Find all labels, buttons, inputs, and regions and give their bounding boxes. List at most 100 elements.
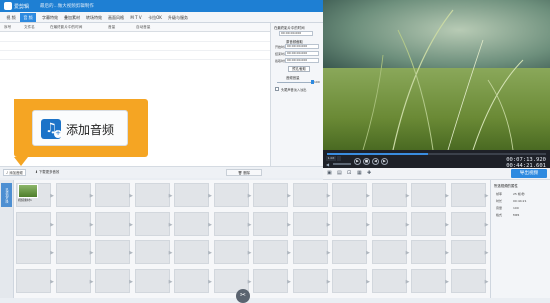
- timeline-slot[interactable]: ▶: [134, 183, 173, 207]
- prev-frame-button[interactable]: ◀: [372, 158, 379, 165]
- timeline-slot[interactable]: ▶: [253, 268, 291, 293]
- tab-upgrade[interactable]: 升级与服务: [166, 13, 190, 22]
- share-icon[interactable]: ✚: [367, 170, 371, 176]
- delete-button[interactable]: 🗑 删除: [226, 169, 262, 176]
- timeline-slot[interactable]: ▶: [253, 183, 291, 207]
- timeline-slot[interactable]: ▶: [450, 240, 489, 264]
- timeline-slot[interactable]: ▶: [332, 211, 370, 236]
- added-clips-tab[interactable]: 已添加片段: [1, 183, 12, 207]
- transition-arrow-icon: ▶: [50, 250, 54, 256]
- timeline-slot[interactable]: ▶: [371, 268, 410, 293]
- timeline-slot[interactable]: ▶: [95, 240, 133, 264]
- timeline-slot[interactable]: ▶: [411, 240, 449, 264]
- transition-arrow-icon: ▶: [89, 221, 94, 228]
- timeline-slot[interactable]: ▶: [174, 183, 212, 207]
- timeline-slot[interactable]: ▶: [16, 268, 54, 293]
- start-time-field[interactable]: 00:00:00.000: [285, 44, 319, 49]
- timeline-slot[interactable]: ▶: [134, 211, 173, 236]
- clip-thumbnail[interactable]: [18, 184, 38, 198]
- tab-audio[interactable]: 音 频: [20, 13, 36, 22]
- timeline-slot[interactable]: ▶: [213, 211, 252, 236]
- speed-chevron-icon[interactable]: [337, 156, 341, 161]
- prop-key: 帧率: [496, 192, 503, 196]
- timeline-slot[interactable]: ▶: [371, 240, 410, 264]
- preview-clip-button[interactable]: 预览/截取: [288, 66, 310, 72]
- transition-arrow-icon: ▶: [326, 278, 331, 285]
- timeline-slot[interactable]: ▶: [411, 211, 449, 236]
- download-audio-button[interactable]: ⬇ 下载更多音效: [33, 169, 61, 176]
- time-field[interactable]: 00:00:00.000: [279, 31, 313, 36]
- timeline-slot[interactable]: ▶: [253, 240, 291, 264]
- timeline-slot[interactable]: ▶: [450, 183, 489, 207]
- timeline-slot[interactable]: ▶: [371, 183, 410, 207]
- timeline-slot[interactable]: ▶: [450, 211, 489, 236]
- timeline-slot[interactable]: ▶: [174, 240, 212, 264]
- transition-arrow-icon: ▶: [405, 278, 410, 285]
- duration-field[interactable]: 00:00:00.000: [285, 58, 319, 63]
- screenshot-icon[interactable]: ▣: [327, 170, 332, 176]
- tab-karaoke[interactable]: 卡拉OK: [146, 13, 164, 22]
- callout-button[interactable]: ♫ + 添加音频: [32, 110, 128, 146]
- timeline-slot[interactable]: ▶: [134, 268, 173, 293]
- stop-button[interactable]: ■: [363, 158, 370, 165]
- timeline-slot[interactable]: ▶: [134, 240, 173, 264]
- transition-arrow-icon: ▶: [326, 193, 331, 199]
- play-button[interactable]: ▶: [354, 158, 361, 165]
- tab-transition[interactable]: 转场特效: [84, 13, 104, 22]
- timeline-slot[interactable]: ▶: [95, 183, 133, 207]
- timeline-slot[interactable]: ▶: [16, 211, 54, 236]
- player-volume-slider[interactable]: [333, 163, 351, 165]
- volume-icon[interactable]: ◀: [326, 162, 329, 167]
- add-audio-button[interactable]: ♪ 添加音频: [3, 169, 26, 176]
- timeline-slot[interactable]: ▶: [95, 211, 133, 236]
- transition-arrow-icon: ▶: [326, 221, 331, 228]
- fade-checkbox-label: 头尾声音淡入淡出: [281, 88, 307, 92]
- tab-overlay[interactable]: 叠加素材: [62, 13, 82, 22]
- timeline-slot[interactable]: ▶: [292, 183, 331, 207]
- timeline-slot[interactable]: ▶: [292, 268, 331, 293]
- timeline-slot[interactable]: ▶: [332, 240, 370, 264]
- export-video-button[interactable]: 导出视频: [511, 169, 547, 178]
- fade-checkbox[interactable]: [275, 87, 279, 91]
- timeline-slot[interactable]: ▶: [450, 268, 489, 293]
- timeline-slot[interactable]: ▶: [55, 268, 94, 293]
- timeline-slot[interactable]: ▶: [213, 183, 252, 207]
- transition-arrow-icon: ▶: [129, 250, 133, 256]
- transition-arrow-icon: ▶: [445, 221, 449, 228]
- transition-arrow-icon: ▶: [366, 193, 370, 199]
- volume-slider[interactable]: [277, 82, 313, 83]
- timeline-slot[interactable]: ▶: [411, 183, 449, 207]
- scissors-icon[interactable]: ✂: [236, 289, 250, 303]
- timeline-slot[interactable]: ▶: [411, 268, 449, 293]
- folder-icon[interactable]: ▤: [337, 170, 342, 176]
- timeline-slot[interactable]: ▶: [253, 211, 291, 236]
- transition-arrow-icon: ▶: [366, 250, 370, 256]
- transition-arrow-icon: ▶: [129, 221, 133, 228]
- tab-video[interactable]: 视 频: [3, 13, 19, 22]
- timeline-slot[interactable]: ▶: [371, 211, 410, 236]
- timeline-slot[interactable]: ▶: [332, 268, 370, 293]
- transition-arrow-icon: ▶: [50, 193, 54, 199]
- transition-arrow-icon: ▶: [247, 278, 252, 285]
- speed-select[interactable]: 1.0X: [326, 156, 336, 161]
- timeline-slot[interactable]: ▶: [174, 211, 212, 236]
- timeline-slot[interactable]: ▶: [213, 240, 252, 264]
- tab-subtitle-effects[interactable]: 字幕特效: [40, 13, 60, 22]
- crop-icon[interactable]: ⊡: [347, 170, 351, 176]
- timeline-slot[interactable]: ▶: [174, 268, 212, 293]
- next-frame-button[interactable]: ▶: [381, 158, 388, 165]
- tab-mtv[interactable]: M T V: [128, 13, 144, 22]
- video-preview[interactable]: [323, 0, 550, 150]
- timeline-slot[interactable]: ▶: [292, 211, 331, 236]
- fullscreen-icon[interactable]: ▦: [357, 170, 362, 176]
- timeline-slot[interactable]: ▶: [55, 240, 94, 264]
- end-time-field[interactable]: 00:00:00.000: [285, 51, 319, 56]
- tab-style[interactable]: 画面风格: [106, 13, 126, 22]
- timeline-slot[interactable]: ▶: [332, 183, 370, 207]
- delete-label: 删除: [243, 171, 251, 175]
- timeline-slot[interactable]: ▶: [292, 240, 331, 264]
- timeline-slot[interactable]: ▶: [55, 183, 94, 207]
- timeline-slot[interactable]: ▶: [16, 240, 54, 264]
- timeline-slot[interactable]: ▶: [55, 211, 94, 236]
- timeline-slot[interactable]: ▶: [95, 268, 133, 293]
